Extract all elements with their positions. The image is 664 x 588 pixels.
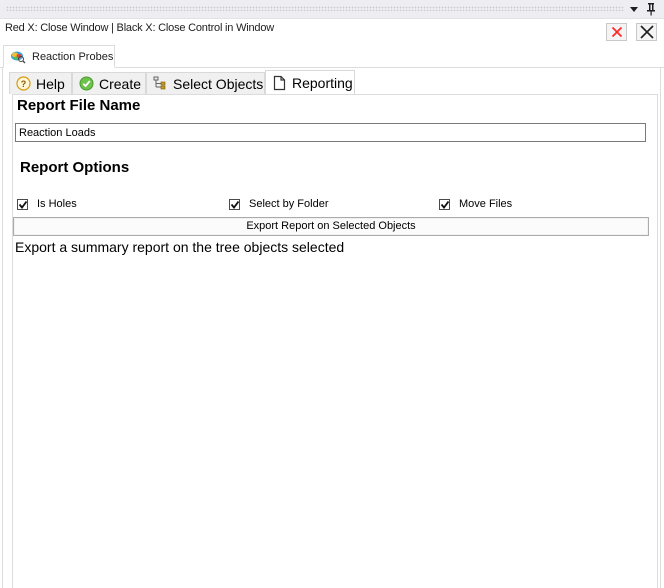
- checkbox-label: Is Holes: [37, 198, 77, 210]
- export-report-button[interactable]: Export Report on Selected Objects: [13, 217, 649, 236]
- is-holes-checkbox[interactable]: Is Holes: [17, 196, 77, 212]
- move-files-checkbox[interactable]: Move Files: [439, 196, 512, 212]
- report-file-name-title: Report File Name: [17, 97, 141, 114]
- tab-reporting[interactable]: Reporting: [265, 70, 355, 94]
- panel-title-strip[interactable]: [0, 0, 664, 19]
- checkmark-icon: [230, 200, 240, 209]
- close-control-button[interactable]: [636, 23, 657, 41]
- drag-handle[interactable]: [6, 6, 624, 11]
- tab-label: Reporting: [292, 74, 353, 91]
- checkbox-box[interactable]: [229, 198, 240, 210]
- reaction-probe-icon: [11, 51, 26, 63]
- tab-strip: ? Help Create Select Objects Reporting: [6, 70, 658, 94]
- checkbox-box[interactable]: [17, 198, 28, 210]
- tab-label: Reaction Probes: [32, 50, 114, 63]
- checkbox-label: Select by Folder: [249, 198, 329, 210]
- tab-reaction-probes[interactable]: Reaction Probes: [3, 45, 115, 68]
- tree-select-icon: [153, 76, 166, 90]
- tab-help[interactable]: ? Help: [9, 72, 72, 94]
- check-circle-icon: [79, 76, 94, 91]
- tab-label: Create: [99, 75, 142, 92]
- outer-tab-strip: Reaction Probes: [0, 45, 664, 68]
- select-by-folder-checkbox[interactable]: Select by Folder: [229, 196, 328, 212]
- black-x-icon: [639, 25, 654, 39]
- document-icon: [273, 75, 286, 90]
- tab-label: Select Objects: [173, 75, 264, 92]
- tab-label: Help: [36, 75, 65, 92]
- checkbox-box[interactable]: [439, 198, 450, 210]
- question-circle-icon: ?: [16, 76, 31, 91]
- close-window-button[interactable]: [606, 23, 627, 41]
- red-x-icon: [611, 26, 622, 38]
- checkmark-icon: [440, 200, 450, 209]
- triangle-down-icon[interactable]: [629, 4, 639, 14]
- svg-text:?: ?: [21, 79, 27, 89]
- tab-create[interactable]: Create: [72, 72, 146, 94]
- tab-select-objects[interactable]: Select Objects: [146, 72, 265, 94]
- close-hint-text: Red X: Close Window | Black X: Close Con…: [5, 22, 274, 34]
- checkbox-label: Move Files: [459, 198, 513, 210]
- export-description: Export a summary report on the tree obje…: [15, 239, 345, 255]
- checkmark-icon: [18, 200, 28, 209]
- report-file-name-input[interactable]: [15, 123, 646, 142]
- report-options-title: Report Options: [20, 159, 130, 176]
- pin-icon[interactable]: [646, 2, 656, 16]
